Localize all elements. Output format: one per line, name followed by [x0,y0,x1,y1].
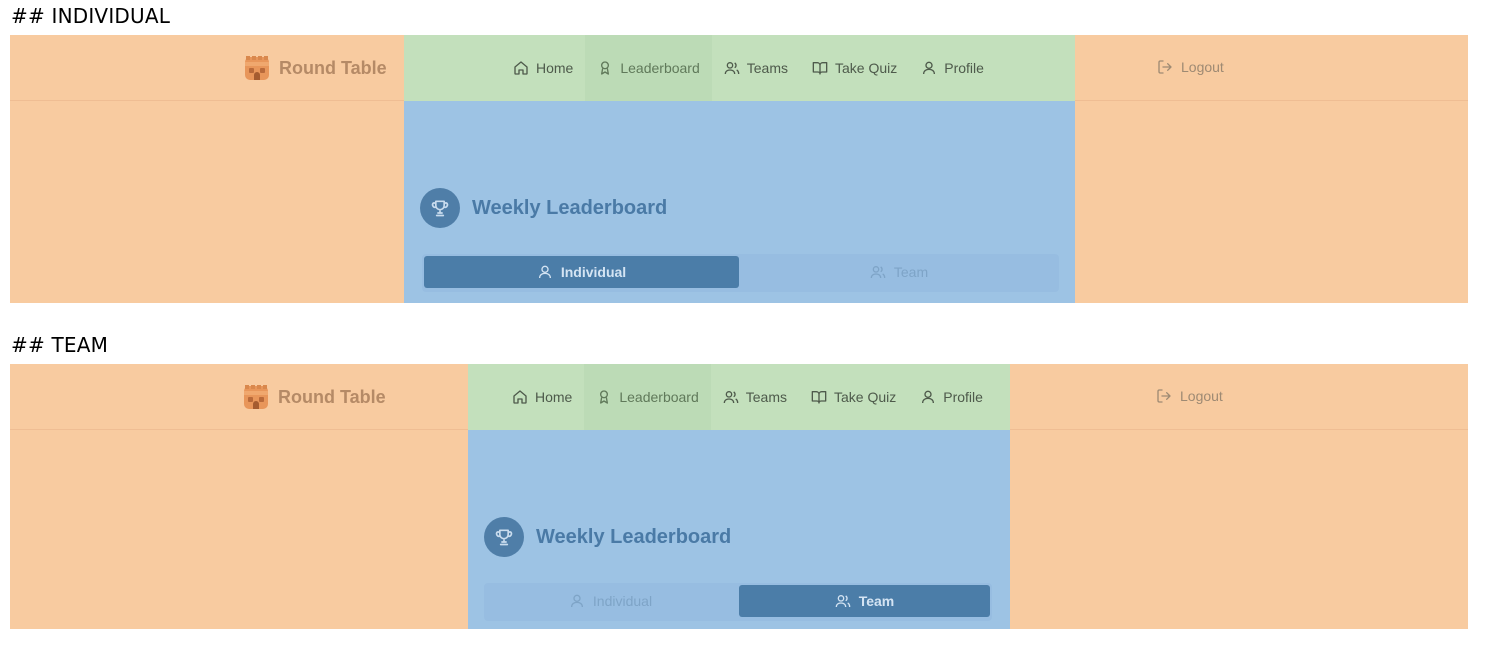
nav-menu: Home Leaderboard Teams Take Quiz Profile [468,364,1010,430]
leaderboard-tabs: Individual Team [422,254,1059,292]
nav-item-label: Profile [944,60,984,76]
nav-item-leaderboard[interactable]: Leaderboard [585,35,712,101]
brand-name: Round Table [279,57,387,78]
logout-icon [1156,388,1172,404]
user-icon [921,60,937,76]
nav-item-profile[interactable]: Profile [909,35,996,101]
tab-team[interactable]: Team [739,585,990,617]
nav-item-teams[interactable]: Teams [711,364,799,430]
leaderboard-panel: Weekly Leaderboard Individual Team [468,430,1010,629]
navbar: Round Table Home Leaderboard Teams Take … [10,35,1468,101]
book-open-icon [812,60,828,76]
brand[interactable]: Round Table [242,383,386,411]
leaderboard-title: Weekly Leaderboard [472,196,668,219]
leaderboard-header: Weekly Leaderboard [484,517,731,557]
tab-label: Individual [560,264,627,280]
nav-item-label: Take Quiz [834,389,897,405]
nav-item-profile[interactable]: Profile [908,364,983,430]
logout-icon [1157,59,1173,75]
castle-tower-icon [243,54,271,82]
nav-item-label: Leaderboard [619,389,699,405]
users-icon [724,60,740,76]
nav-item-label: Profile [943,389,983,405]
tab-label: Team [858,593,895,609]
nav-item-home[interactable]: Home [501,35,585,101]
nav-item-label: Leaderboard [620,60,700,76]
app-frame-team: Round Table Home Leaderboard Teams Take … [10,364,1468,629]
nav-item-take-quiz[interactable]: Take Quiz [799,364,908,430]
nav-item-label: Teams [745,389,787,405]
section-heading-individual: ## INDIVIDUAL [11,4,171,28]
navbar: Round Table Home Leaderboard Teams Take … [10,364,1468,430]
trophy-icon [494,527,514,547]
award-icon [596,389,612,405]
leaderboard-header: Weekly Leaderboard [420,188,667,228]
nav-item-teams[interactable]: Teams [712,35,800,101]
users-icon [723,389,739,405]
logout-button[interactable]: Logout [1157,59,1224,75]
tab-label: Individual [592,593,653,609]
users-icon [870,264,886,280]
leaderboard-panel: Weekly Leaderboard Individual Team [404,101,1075,303]
nav-item-label: Take Quiz [835,60,898,76]
tab-team[interactable]: Team [741,256,1057,288]
tab-individual[interactable]: Individual [424,256,739,288]
user-icon [537,264,553,280]
trophy-icon [430,198,450,218]
tab-individual[interactable]: Individual [486,585,735,617]
tab-label: Team [893,264,929,280]
nav-item-label: Home [535,389,573,405]
award-icon [597,60,613,76]
castle-tower-icon [242,383,270,411]
trophy-badge [484,517,524,557]
nav-item-home[interactable]: Home [500,364,584,430]
home-icon [512,389,528,405]
book-open-icon [811,389,827,405]
brand[interactable]: Round Table [243,54,387,82]
nav-item-take-quiz[interactable]: Take Quiz [800,35,909,101]
nav-menu: Home Leaderboard Teams Take Quiz Profile [404,35,1075,101]
users-icon [835,593,851,609]
nav-item-leaderboard[interactable]: Leaderboard [584,364,711,430]
logout-button[interactable]: Logout [1156,388,1223,404]
user-icon [920,389,936,405]
leaderboard-title: Weekly Leaderboard [536,525,732,548]
section-heading-team: ## TEAM [11,333,109,357]
nav-item-label: Teams [746,60,788,76]
logout-label: Logout [1180,388,1223,404]
home-icon [513,60,529,76]
leaderboard-tabs: Individual Team [484,583,992,621]
app-frame-individual: Round Table Home Leaderboard Teams Take … [10,35,1468,303]
brand-name: Round Table [278,386,386,407]
logout-label: Logout [1181,59,1224,75]
user-icon [569,593,585,609]
trophy-badge [420,188,460,228]
nav-item-label: Home [536,60,574,76]
